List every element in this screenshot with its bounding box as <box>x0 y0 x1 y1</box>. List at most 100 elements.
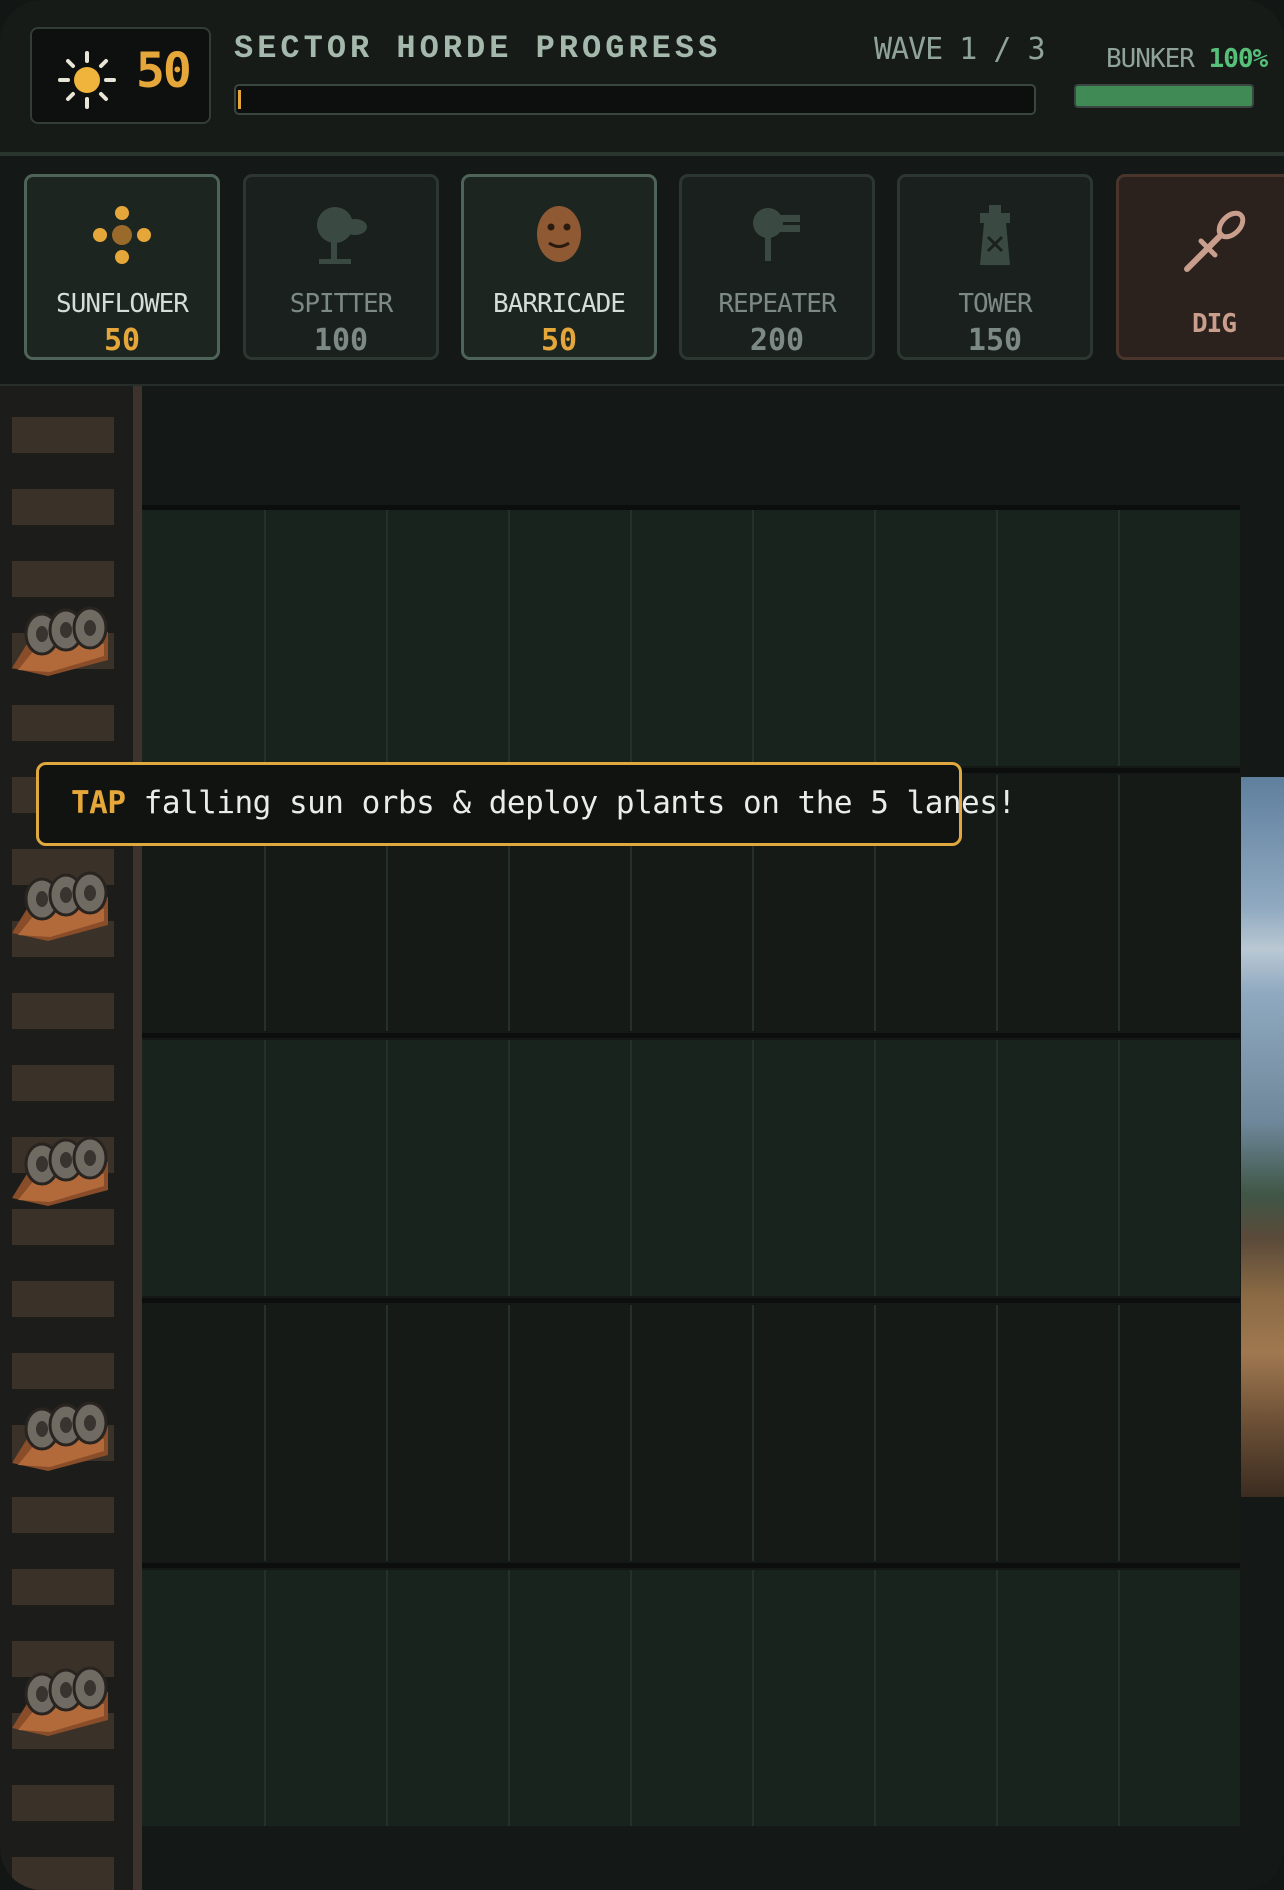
grid-column-line <box>996 1305 998 1561</box>
lane-divider <box>142 1298 1240 1303</box>
lane-divider <box>142 1563 1240 1568</box>
lane-5[interactable] <box>142 1570 1240 1826</box>
card-spitter[interactable]: SPITTER 100 <box>243 174 439 360</box>
grid-column-line <box>996 1570 998 1826</box>
card-barricade[interactable]: BARRICADE 50 <box>461 174 657 360</box>
card-cost: 50 <box>103 323 141 358</box>
horde-progress-bar <box>234 84 1036 115</box>
rail-sleeper <box>12 993 114 1029</box>
grid-column-line <box>508 1305 510 1561</box>
grid-column-line <box>630 1570 632 1826</box>
lane-3[interactable] <box>142 1040 1240 1296</box>
grid-column-line <box>630 1305 632 1561</box>
lane-1[interactable] <box>142 510 1240 766</box>
lawn-mower-icon <box>12 1401 108 1471</box>
grid-column-line <box>630 510 632 766</box>
rail-sleeper <box>12 1065 114 1101</box>
rail-sleeper <box>12 1785 114 1821</box>
tutorial-tooltip: TAP falling sun orbs & deploy plants on … <box>36 762 1016 846</box>
grid-column-line <box>386 1305 388 1561</box>
sun-icon <box>58 51 116 109</box>
top-hud: 50 SECTOR HORDE PROGRESS WAVE 1 / 3 BUNK… <box>0 0 1284 156</box>
bunker-status: BUNKER 100% <box>1106 44 1269 74</box>
card-repeater[interactable]: REPEATER 200 <box>679 174 875 360</box>
grid-column-line <box>386 1040 388 1296</box>
sunflower-icon <box>93 206 151 264</box>
grid-column-line <box>996 510 998 766</box>
grid-column-line <box>1118 1570 1120 1826</box>
sun-counter: 50 <box>30 27 211 124</box>
tower-icon <box>980 205 1010 265</box>
bunker-health-bar <box>1074 84 1254 108</box>
grid-column-line <box>1118 510 1120 766</box>
lawn-mower-icon <box>12 606 108 676</box>
lane-4[interactable] <box>142 1305 1240 1561</box>
rail-sleeper <box>12 1569 114 1605</box>
tooltip-text: falling sun orbs & deploy plants on the … <box>125 785 1016 821</box>
card-name: SUNFLOWER <box>56 289 189 319</box>
lane-divider <box>142 1033 1240 1038</box>
grid-column-line <box>752 1570 754 1826</box>
rail-sleeper <box>12 561 114 597</box>
horde-progress-title: SECTOR HORDE PROGRESS <box>234 30 722 67</box>
spitter-icon <box>317 207 367 264</box>
grid-column-line <box>752 1040 754 1296</box>
grid-column-line <box>1118 1305 1120 1561</box>
card-name: SPITTER <box>289 289 394 319</box>
grid-column-line <box>874 1040 876 1296</box>
grid-column-line <box>508 510 510 766</box>
grid-column-line <box>752 1305 754 1561</box>
grid-column-line <box>752 510 754 766</box>
grid-column-line <box>1118 1040 1120 1296</box>
wave-counter: WAVE 1 / 3 <box>874 32 1046 67</box>
grid-column-line <box>874 1305 876 1561</box>
grid-column-line <box>996 1040 998 1296</box>
lawn-mower-icon <box>12 1136 108 1206</box>
grid-column-line <box>264 510 266 766</box>
rail-sleeper <box>12 1497 114 1533</box>
zombie-approach-preview <box>1241 777 1284 1497</box>
rail-sleeper <box>12 1281 114 1317</box>
barricade-icon <box>537 206 581 262</box>
rail-sleeper <box>12 489 114 525</box>
card-name: BARRICADE <box>493 289 626 319</box>
bunker-percent: 100% <box>1208 44 1269 74</box>
card-cost: 100 <box>313 323 369 358</box>
card-cost: 200 <box>749 323 805 358</box>
card-cost: 150 <box>967 323 1023 358</box>
plant-card-bar: SUNFLOWER 50 SPITTER 100 BARRICADE 50 RE… <box>0 156 1284 387</box>
grid-column-line <box>264 1570 266 1826</box>
card-name: TOWER <box>958 289 1032 319</box>
rail-sleeper <box>12 417 114 453</box>
tooltip-keyword: TAP <box>71 785 126 821</box>
grid-column-line <box>508 1570 510 1826</box>
bunker-label: BUNKER <box>1106 44 1195 74</box>
sun-count: 50 <box>136 43 192 99</box>
grid-column-line <box>1118 775 1120 1031</box>
grid-column-line <box>874 1570 876 1826</box>
rail-sleeper <box>12 1353 114 1389</box>
grid-column-line <box>386 1570 388 1826</box>
rail-edge <box>133 386 142 1890</box>
dig-button[interactable]: DIG <box>1116 174 1284 360</box>
card-cost: 50 <box>540 323 578 358</box>
grid-column-line <box>630 1040 632 1296</box>
rail-sleeper <box>12 1209 114 1245</box>
repeater-icon <box>753 208 800 261</box>
card-name: REPEATER <box>718 289 836 319</box>
shovel-icon <box>1184 210 1246 272</box>
bunker-health-fill <box>1076 86 1252 106</box>
rail-sleeper <box>12 705 114 741</box>
grid-column-line <box>264 1305 266 1561</box>
dig-label: DIG <box>1192 309 1237 339</box>
card-tower[interactable]: TOWER 150 <box>897 174 1093 360</box>
card-sunflower[interactable]: SUNFLOWER 50 <box>24 174 220 360</box>
lawn-mower-icon <box>12 1666 108 1736</box>
game-screen: 50 SECTOR HORDE PROGRESS WAVE 1 / 3 BUNK… <box>0 0 1284 1890</box>
grid-column-line <box>264 1040 266 1296</box>
grid-column-line <box>386 510 388 766</box>
lawn-mower-icon <box>12 871 108 941</box>
grid-column-line <box>874 510 876 766</box>
lane-divider <box>142 505 1240 510</box>
grid-column-line <box>508 1040 510 1296</box>
